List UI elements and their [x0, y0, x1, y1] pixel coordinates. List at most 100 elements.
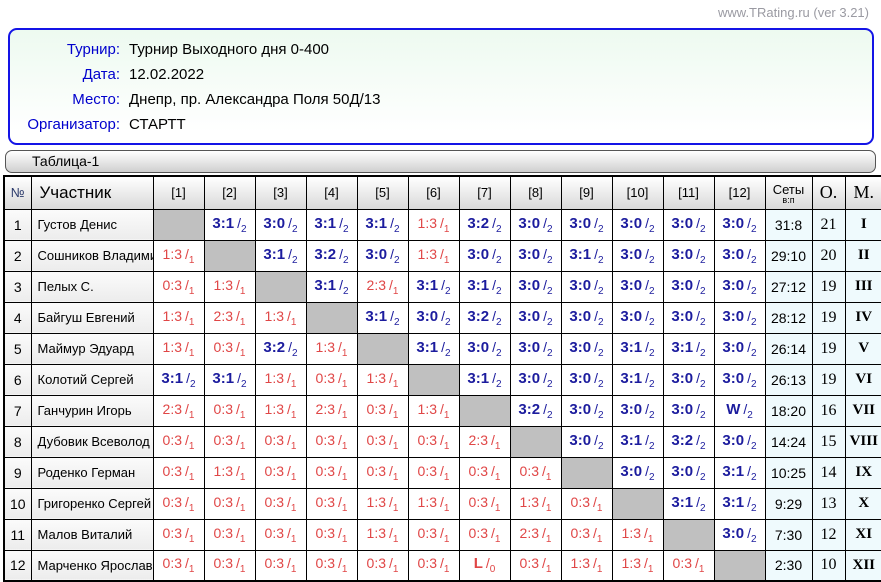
match-points: /2	[696, 494, 705, 510]
match-points-value: 1	[342, 348, 348, 359]
match-score: 0:3	[469, 525, 488, 541]
match-points: /1	[287, 432, 296, 448]
score-cell: 0:3/1	[153, 271, 204, 302]
match-points: /2	[747, 246, 756, 262]
row-number: 7	[4, 395, 31, 426]
table-row: 12Марченко Ярослав0:3/10:3/10:3/10:3/10:…	[4, 550, 881, 581]
header-row: №Участник[1][2][3][4][5][6][7][8][9][10]…	[4, 176, 881, 209]
match-points-value: 2	[343, 255, 349, 266]
score-cell: 0:3/1	[255, 550, 306, 581]
participant-name: Пелых С.	[31, 271, 153, 302]
score-cell: 1:3/1	[255, 395, 306, 426]
match-points: /2	[747, 432, 756, 448]
match-points: /2	[594, 432, 603, 448]
col-header-round: [1]	[153, 176, 204, 209]
match-score: L	[474, 555, 483, 572]
score-cell: 3:2/2	[459, 209, 510, 240]
score-cell: 3:0/2	[663, 457, 714, 488]
match-points: /2	[645, 308, 654, 324]
score-cell: 0:3/1	[561, 519, 612, 550]
match-points: /2	[492, 246, 501, 262]
match-score: 2:3	[520, 525, 539, 541]
match-points-value: 1	[444, 534, 450, 545]
match-points-value: 1	[495, 534, 501, 545]
row-number: 3	[4, 271, 31, 302]
match-points-value: 1	[342, 379, 348, 390]
score-cell: 0:3/1	[357, 550, 408, 581]
score-cell: 0:3/1	[510, 550, 561, 581]
match-score: 0:3	[265, 525, 284, 541]
match-points-value: 1	[546, 534, 552, 545]
match-score: 3:0	[518, 215, 540, 232]
tournament-value: Турнир Выходного дня 0-400	[129, 37, 329, 62]
match-points: /2	[696, 463, 705, 479]
sets-total: 26:13	[765, 364, 812, 395]
match-points-value: 1	[393, 379, 399, 390]
match-points: /1	[389, 401, 398, 417]
sets-total: 28:12	[765, 302, 812, 333]
match-points: /1	[236, 494, 245, 510]
match-points-value: 1	[342, 441, 348, 452]
match-points-value: 1	[648, 534, 654, 545]
match-score: 0:3	[214, 525, 233, 541]
match-score: 3:2	[263, 339, 285, 356]
match-score: 3:2	[518, 401, 540, 418]
score-cell: 3:0/2	[561, 271, 612, 302]
score-cell: 3:0/2	[255, 209, 306, 240]
match-points: /2	[696, 277, 705, 293]
match-points-value: 1	[189, 286, 195, 297]
match-points-value: 1	[189, 348, 195, 359]
row-number: 2	[4, 240, 31, 271]
match-score: 0:3	[367, 401, 386, 417]
match-points: /1	[440, 246, 449, 262]
diagonal-cell	[612, 488, 663, 519]
place-roman: II	[845, 240, 881, 271]
match-points-value: 2	[751, 441, 757, 452]
match-points-value: 1	[546, 503, 552, 514]
score-cell: 3:0/2	[714, 209, 765, 240]
match-points: /1	[440, 494, 449, 510]
score-cell: 0:3/1	[153, 488, 204, 519]
score-cell: 0:3/1	[459, 519, 510, 550]
match-points-value: 1	[240, 534, 246, 545]
participant-name: Сошников Владимир	[31, 240, 153, 271]
score-cell: 1:3/1	[255, 364, 306, 395]
match-points: /1	[593, 555, 602, 571]
table-row: 2Сошников Владимир1:3/13:1/23:2/23:0/21:…	[4, 240, 881, 271]
col-header-round: [5]	[357, 176, 408, 209]
match-points-value: 1	[291, 317, 297, 328]
col-header-sets-ratio-label: в:п	[766, 196, 812, 205]
match-score: 3:0	[722, 308, 744, 325]
table-body: 1Густов Денис3:1/23:0/23:1/23:1/21:3/13:…	[4, 209, 881, 581]
match-points-value: 2	[547, 348, 553, 359]
diagonal-cell	[408, 364, 459, 395]
match-points: /1	[236, 463, 245, 479]
points-total: 14	[812, 457, 845, 488]
score-cell: 0:3/1	[306, 426, 357, 457]
match-points: /2	[237, 370, 246, 386]
score-cell: 3:0/2	[408, 302, 459, 333]
match-score: 0:3	[316, 432, 335, 448]
match-points-value: 1	[189, 564, 195, 575]
match-points-value: 2	[649, 410, 655, 421]
row-number: 4	[4, 302, 31, 333]
match-points: /2	[747, 308, 756, 324]
match-score: 3:2	[467, 215, 489, 232]
match-score: 3:1	[212, 370, 234, 387]
match-score: 1:3	[163, 308, 182, 324]
table-row: 5Маймур Эдуард1:3/10:3/13:2/21:3/13:1/23…	[4, 333, 881, 364]
score-cell: 3:0/2	[612, 302, 663, 333]
match-score: 3:0	[518, 370, 540, 387]
match-points-value: 1	[291, 564, 297, 575]
col-header-round: [3]	[255, 176, 306, 209]
score-cell: 3:0/2	[612, 240, 663, 271]
match-points: /2	[645, 463, 654, 479]
score-cell: 0:3/1	[255, 426, 306, 457]
match-points: /2	[390, 308, 399, 324]
match-points: /1	[593, 525, 602, 541]
sets-total: 31:8	[765, 209, 812, 240]
match-score: 3:0	[620, 463, 642, 480]
score-cell: 2:3/1	[204, 302, 255, 333]
match-score: 3:2	[467, 308, 489, 325]
score-cell: 0:3/1	[663, 550, 714, 581]
